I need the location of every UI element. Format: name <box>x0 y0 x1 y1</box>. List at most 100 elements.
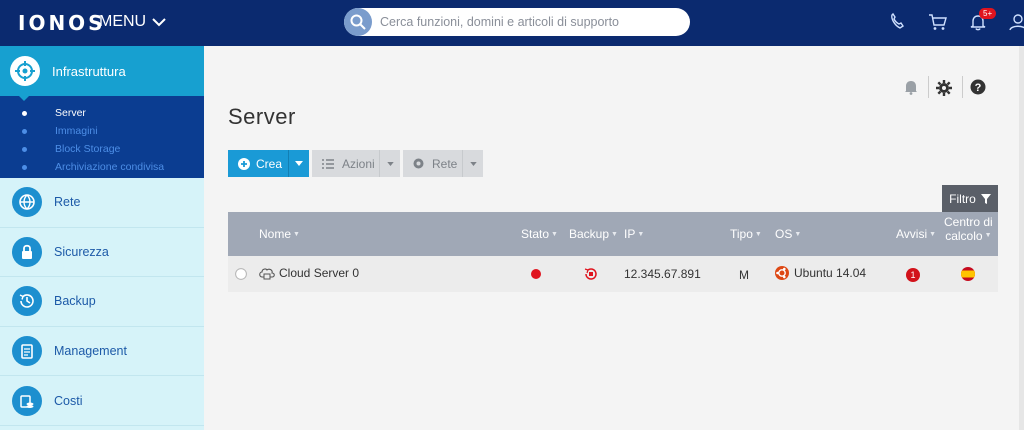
history-icon <box>12 286 42 317</box>
divider <box>928 76 929 98</box>
sidebar-item-label: Sicurezza <box>54 244 109 259</box>
menu-label: MENU <box>99 13 147 30</box>
ubuntu-logo-icon <box>775 266 789 280</box>
chevron-down-icon <box>152 18 166 27</box>
lock-icon <box>12 236 42 267</box>
search-icon[interactable] <box>344 8 372 36</box>
user-icon[interactable] <box>1008 12 1024 34</box>
sidebar-item-label: Management <box>54 344 127 359</box>
column-header-name[interactable]: Nome ▼ <box>259 227 300 241</box>
filter-funnel-icon <box>980 193 991 204</box>
notification-bell-icon[interactable] <box>904 79 918 95</box>
network-button-label: Rete <box>432 156 458 171</box>
coins-icon <box>12 385 42 416</box>
phone-icon[interactable] <box>888 12 908 34</box>
bullet-icon <box>22 146 27 152</box>
sidebar-item-label: Rete <box>54 195 81 210</box>
network-dropdown-toggle[interactable] <box>463 150 483 177</box>
menu-button[interactable]: MENU <box>99 13 166 31</box>
create-button-label: Crea <box>256 156 283 171</box>
actions-button[interactable]: Azioni <box>312 150 380 177</box>
column-header-os[interactable]: OS ▼ <box>775 227 801 241</box>
filter-button[interactable]: Filtro <box>942 185 998 212</box>
column-header-backup[interactable]: Backup ▼ <box>569 227 618 241</box>
sidebar-subitem-label: Block Storage <box>55 143 121 155</box>
sidebar-subitem-block-storage[interactable]: Block Storage <box>0 140 204 158</box>
sidebar-item-costi[interactable]: Costi <box>0 376 204 426</box>
sidebar-submenu: Server Immagini Block Storage Archiviazi… <box>0 95 204 178</box>
plus-circle-icon <box>238 157 250 170</box>
clipboard-icon <box>12 336 42 367</box>
ip-address: 12.345.67.891 <box>624 267 701 281</box>
actions-dropdown-toggle[interactable] <box>380 150 400 177</box>
sidebar-item-infrastruttura[interactable]: Infrastruttura <box>0 46 204 96</box>
column-header-label: Stato <box>521 227 550 241</box>
column-header-label: Tipo <box>730 227 753 241</box>
notifications-badge: 5+ <box>979 8 997 19</box>
svg-text:?: ? <box>975 82 982 94</box>
filter-button-label: Filtro <box>949 191 976 206</box>
alerts-count-badge[interactable]: 1 <box>906 268 920 282</box>
cart-icon[interactable] <box>928 12 948 34</box>
sort-caret-icon: ▼ <box>551 230 558 238</box>
network-icon <box>413 158 424 169</box>
sidebar-item-backup[interactable]: Backup <box>0 277 204 327</box>
sidebar-item-label: Infrastruttura <box>52 63 126 79</box>
search-input[interactable]: Cerca funzioni, domini e articoli di sup… <box>380 15 619 29</box>
create-button[interactable]: Crea <box>228 150 289 177</box>
actions-button-label: Azioni <box>342 156 375 171</box>
sidebar-item-management[interactable]: Management <box>0 327 204 377</box>
settings-gear-icon[interactable] <box>935 79 953 97</box>
sort-caret-icon: ▼ <box>794 230 802 238</box>
bullet-icon <box>22 164 27 170</box>
column-header-label: IP <box>624 227 636 241</box>
network-hub-icon <box>10 56 40 86</box>
sort-caret-icon: ▼ <box>754 230 762 238</box>
cloud-server-icon <box>259 268 275 280</box>
sort-caret-icon: ▼ <box>611 230 618 238</box>
sort-caret-icon: ▼ <box>637 230 645 238</box>
backup-status-icon[interactable] <box>584 267 598 281</box>
sidebar-item-label: Backup <box>54 294 96 309</box>
spain-flag-icon <box>961 267 975 281</box>
column-header-state[interactable]: Stato ▼ <box>521 227 558 241</box>
create-dropdown-toggle[interactable] <box>289 150 309 177</box>
os-name: Ubuntu 14.04 <box>794 266 867 280</box>
server-name-cell[interactable]: Cloud Server 0 <box>259 266 359 280</box>
sidebar-subitem-server[interactable]: Server <box>0 104 204 122</box>
column-header-datacenter[interactable]: Centro di calcolo ▼ <box>944 215 993 243</box>
divider <box>962 76 963 98</box>
help-icon[interactable]: ? <box>970 79 986 95</box>
caret-down-icon <box>295 161 303 166</box>
caret-down-icon <box>469 161 477 166</box>
table-row[interactable]: Cloud Server 0 12.345.67.891 M Ubuntu 14… <box>228 256 998 292</box>
sidebar-item-label: Costi <box>54 393 83 408</box>
sidebar-subitem-archiviazione-condivisa[interactable]: Archiviazione condivisa <box>0 158 204 176</box>
column-header-ip[interactable]: IP ▼ <box>624 227 644 241</box>
sidebar-subitem-immagini[interactable]: Immagini <box>0 122 204 140</box>
submenu-arrow <box>18 95 30 101</box>
sidebar-item-sicurezza[interactable]: Sicurezza <box>0 228 204 278</box>
sidebar: Infrastruttura Server Immagini Block Sto… <box>0 46 204 430</box>
row-select-radio[interactable] <box>235 268 247 280</box>
column-header-label: calcolo <box>945 229 983 243</box>
list-icon <box>322 158 334 169</box>
top-bar: IONOS MENU Cerca funzioni, domini e arti… <box>0 0 1024 46</box>
ionos-logo[interactable]: IONOS <box>18 11 106 35</box>
sidebar-item-rete[interactable]: Rete <box>0 178 204 228</box>
server-type: M <box>739 268 749 282</box>
scrollbar-track[interactable] <box>1019 46 1024 430</box>
actions-button-group: Azioni <box>312 150 400 177</box>
column-header-label: Backup <box>569 227 610 241</box>
sort-caret-icon: ▼ <box>293 230 300 238</box>
os-cell: Ubuntu 14.04 <box>775 266 866 280</box>
table-header: Nome ▼ Stato ▼ Backup ▼ IP ▼ Tipo ▼ OS ▼ Avvis… <box>228 212 998 256</box>
column-header-alerts[interactable]: Avvisi ▼ <box>896 227 936 241</box>
search-bar[interactable]: Cerca funzioni, domini e articoli di sup… <box>344 8 690 36</box>
column-header-label: Nome <box>259 227 292 241</box>
network-button[interactable]: Rete <box>403 150 463 177</box>
column-header-label: OS <box>775 227 793 241</box>
create-button-group: Crea <box>228 150 309 177</box>
main-content: ? Server Crea Azioni Rete Filtro Nome ▼ … <box>204 46 1019 430</box>
column-header-type[interactable]: Tipo ▼ <box>730 227 762 241</box>
